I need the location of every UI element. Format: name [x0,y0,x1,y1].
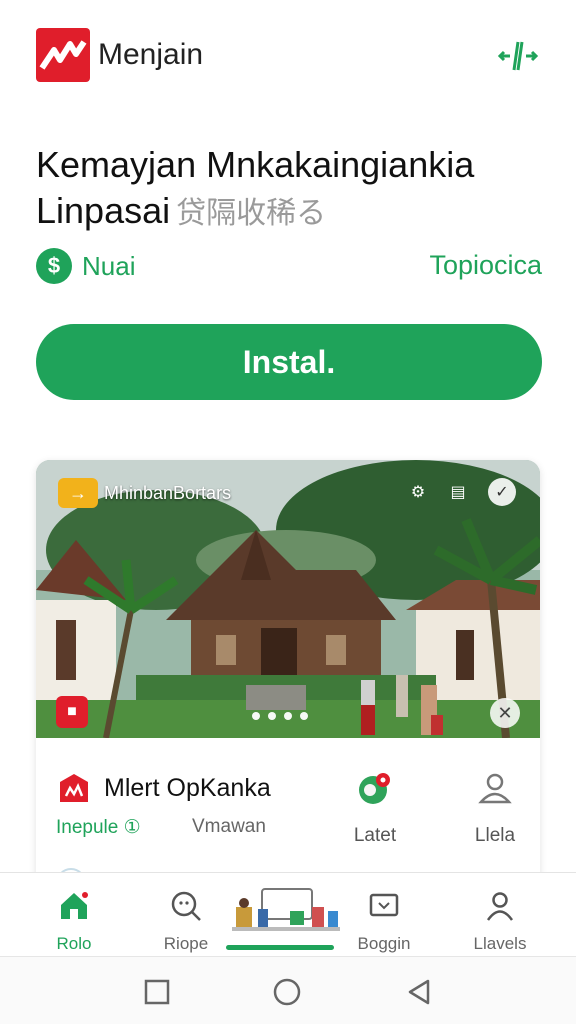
back-icon[interactable] [404,977,434,1007]
screen-icon [369,893,399,917]
featured-card[interactable]: → MhinbanBortars ⚙ ▤ ✓ ■ ✕ Mlert OpKanka… [36,460,540,900]
card-title: Mlert OpKanka [104,774,271,802]
home-icon [61,892,88,919]
app-title-line1: Kemayjan Mnkakaingiankia [36,144,475,185]
carousel-dot[interactable] [252,712,260,720]
feature-illustration-icon[interactable] [228,883,344,945]
latest-label: Latet [353,825,397,846]
photo-tag-text: MhinbanBortars [104,482,232,503]
app-title-sub: 贷隔收稀る [176,197,327,230]
bottom-navigation: Rolo Riope Boggin Llavels [0,872,576,956]
active-indicator [226,945,334,950]
recent-apps-icon[interactable] [142,977,172,1007]
nav-search-label: Riope [163,934,209,953]
store-logo-icon [36,28,90,82]
arrow-right-icon: → [58,478,98,508]
close-icon[interactable]: ✕ [490,698,520,728]
home-button-icon[interactable] [272,977,302,1007]
price-label: Nuai [82,250,136,281]
nav-booking-label: Boggin [357,934,411,953]
store-icon [60,774,88,802]
nav-home[interactable]: Rolo [24,889,124,954]
install-button[interactable]: Instal. [36,324,542,400]
person-icon [486,892,514,921]
person-icon [478,773,512,804]
app-title: Kemayjan Mnkakaingiankia Linpasai 贷隔收稀る [36,142,556,237]
carousel-dot[interactable] [284,712,292,720]
nav-profile[interactable]: Llavels [450,889,550,954]
featured-photo[interactable]: → MhinbanBortars ⚙ ▤ ✓ ■ ✕ [36,460,540,738]
nav-booking[interactable]: Boggin [334,889,434,954]
gallery-icon[interactable]: ▤ [444,478,472,506]
settings-gear-icon[interactable]: ⚙ [404,478,432,506]
price-info: $ Nuai [36,248,135,284]
profile-label: Llela [474,825,516,846]
card-link-secondary[interactable]: Vmawan [192,816,266,838]
search-icon [171,891,201,921]
dollar-icon: $ [36,248,72,284]
bag-icon[interactable]: ■ [56,696,88,728]
system-navigation [0,956,576,1024]
expand-icon[interactable] [494,36,542,76]
nav-home-label: Rolo [56,934,92,953]
nav-search[interactable]: Riope [136,889,236,954]
carousel-dot[interactable] [268,712,276,720]
profile-action[interactable]: Llela [450,768,540,847]
nav-profile-label: Llavels [473,934,527,953]
category-link[interactable]: Topiocica [429,250,542,281]
latest-action[interactable]: Latet [330,768,420,847]
app-title-line2: Linpasai [36,190,171,231]
carousel-dot[interactable] [300,712,308,720]
photo-tag: → MhinbanBortars [58,478,231,508]
carousel-dots[interactable] [252,712,308,720]
check-icon[interactable]: ✓ [488,478,516,506]
card-link-primary[interactable]: Inepule ① [56,816,141,839]
sticker-icon [359,773,390,804]
app-header: Menjain [0,0,576,110]
app-name: Menjain [98,38,204,71]
